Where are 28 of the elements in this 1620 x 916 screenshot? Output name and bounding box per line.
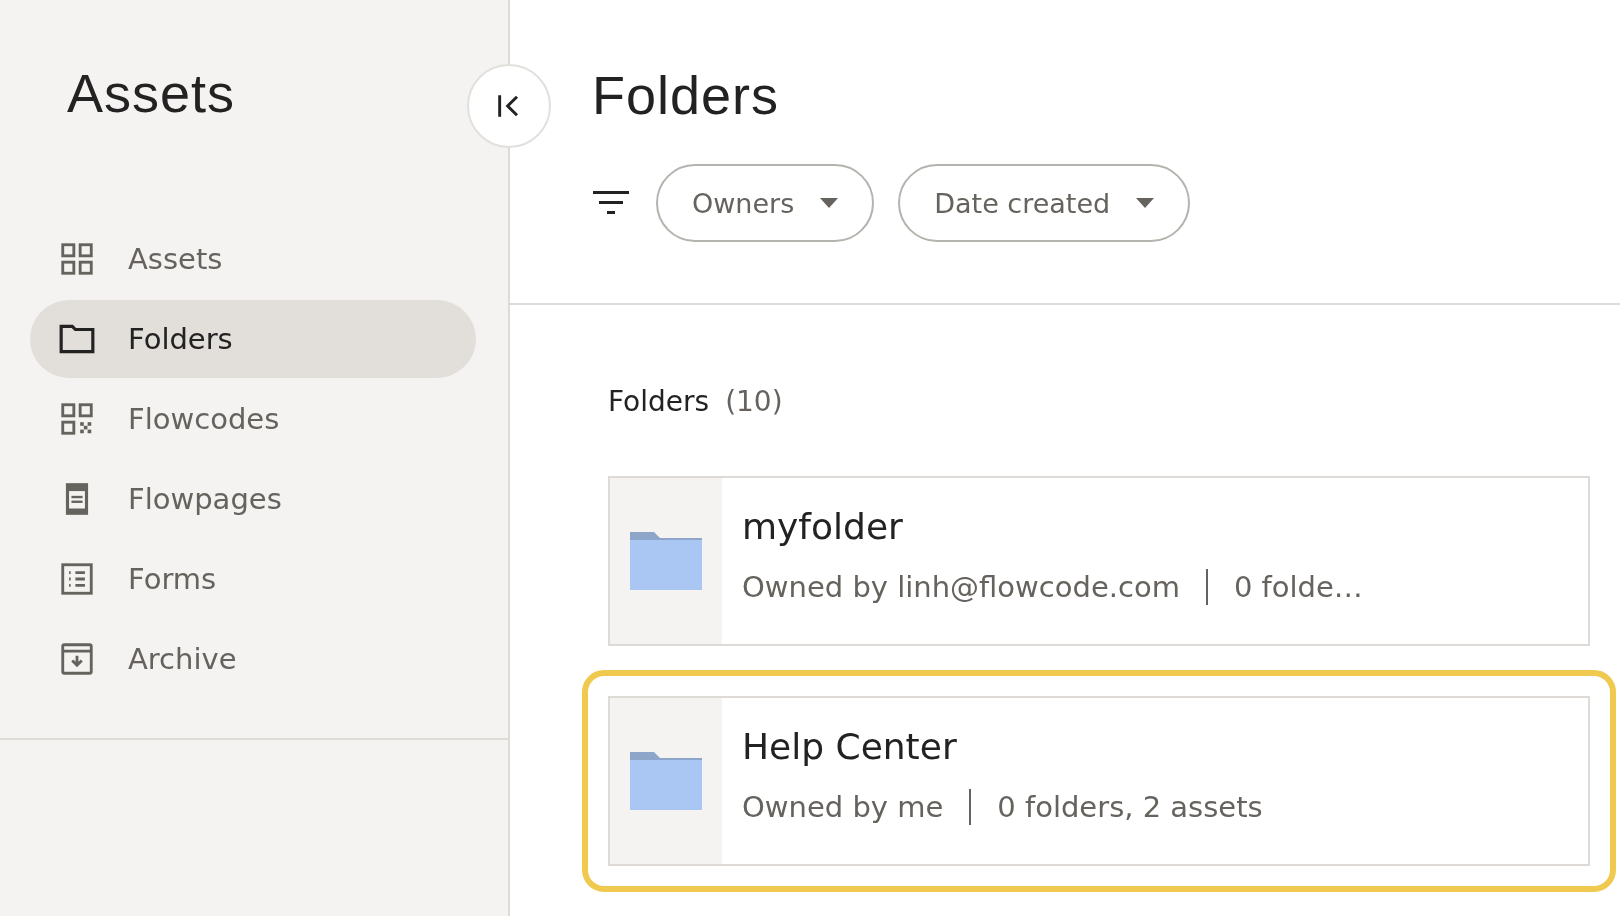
list-icon <box>58 560 96 598</box>
sidebar-item[interactable]: Folders <box>30 300 476 378</box>
grid-icon <box>58 240 96 278</box>
qr-code-icon <box>58 400 96 438</box>
folder-owner: Owned by linh@flowcode.com <box>742 570 1180 604</box>
sidebar-item[interactable]: Forms <box>30 540 476 618</box>
sidebar-title: Assets <box>67 62 237 124</box>
sidebar-item[interactable]: Flowpages <box>30 460 476 538</box>
folder-contents: 0 folde… <box>1233 570 1363 604</box>
folder-contents: 0 folders, 2 assets <box>997 790 1263 824</box>
caret-icon <box>820 198 839 208</box>
folder-count: (10) <box>725 385 783 418</box>
folder-icon <box>630 532 702 590</box>
folder-name: myfolder <box>742 506 904 547</box>
folder-name: Help Center <box>742 726 958 767</box>
page-title: Folders <box>592 64 781 126</box>
filter-dropdown[interactable]: Owners <box>656 164 875 242</box>
sidebar-item[interactable]: Flowcodes <box>30 380 476 458</box>
folder-owner: Owned by me <box>742 790 944 824</box>
caret-icon <box>1136 198 1155 208</box>
folder-icon <box>630 752 702 810</box>
archive-icon <box>58 640 96 678</box>
filter-dropdown[interactable]: Date created <box>898 164 1191 242</box>
folder-card[interactable]: myfolder Owned by linh@flowcode.com 0 folde… <box>608 476 1590 646</box>
sidebar-item[interactable]: Assets <box>30 220 476 298</box>
sidebar-item[interactable]: Archive <box>30 620 476 698</box>
folder-card[interactable]: Help Center Owned by me 0 folders, 2 assets <box>608 696 1590 866</box>
section-label: Folders <box>608 385 710 418</box>
